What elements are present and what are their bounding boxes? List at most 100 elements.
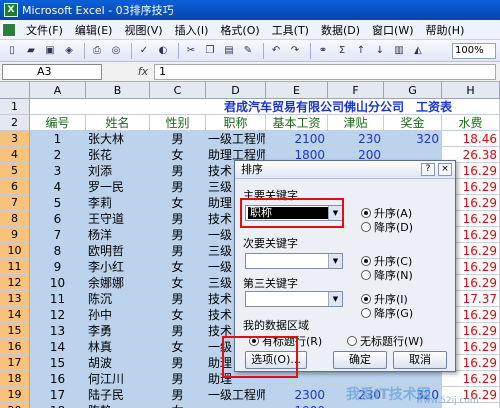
row-header[interactable]: 1 <box>0 99 30 115</box>
undo-icon[interactable]: ↶ <box>268 43 284 59</box>
table-cell[interactable]: 李莉 <box>86 195 150 211</box>
table-cell[interactable]: 余娜娜 <box>86 275 150 291</box>
table-cell[interactable]: 张花 <box>86 147 150 163</box>
table-cell[interactable]: 5 <box>30 195 86 211</box>
table-cell[interactable]: 王守道 <box>86 211 150 227</box>
row-header[interactable]: 13 <box>0 291 30 307</box>
table-cell[interactable]: 男 <box>150 387 206 403</box>
table-cell[interactable]: 17 <box>30 387 86 403</box>
table-cell[interactable]: 一级工程师 <box>206 387 266 403</box>
cancel-button[interactable]: 取消 <box>393 351 447 369</box>
row-header[interactable]: 19 <box>0 387 30 403</box>
table-cell[interactable]: 陈静 <box>86 403 150 408</box>
header-cell[interactable]: 性别 <box>150 115 206 131</box>
insert-function-icon[interactable]: fx <box>132 65 154 78</box>
permission-icon[interactable]: ◈ <box>61 43 77 59</box>
row-header[interactable]: 18 <box>0 371 30 387</box>
table-cell[interactable]: 罗一民 <box>86 179 150 195</box>
formula-input[interactable]: 1 <box>154 63 496 80</box>
table-cell[interactable]: 男 <box>150 211 206 227</box>
table-cell[interactable] <box>206 403 266 408</box>
table-cell[interactable]: 女 <box>150 403 206 408</box>
table-cell[interactable]: 女 <box>150 307 206 323</box>
preview-icon[interactable]: ◎ <box>108 43 124 59</box>
column-header-d[interactable]: D <box>206 82 266 99</box>
chevron-down-icon[interactable]: ▼ <box>328 254 342 268</box>
workbook-icon[interactable] <box>2 22 16 37</box>
header-cell[interactable]: 姓名 <box>86 115 150 131</box>
row-header[interactable]: 16 <box>0 339 30 355</box>
row-header[interactable]: 4 <box>0 147 30 163</box>
drawing-icon[interactable]: ◭ <box>410 43 426 59</box>
header-cell[interactable]: 编号 <box>30 115 86 131</box>
table-cell[interactable]: 男 <box>150 291 206 307</box>
menu-data[interactable]: 数据(D) <box>315 22 366 38</box>
table-cell[interactable]: 女 <box>150 339 206 355</box>
print-icon[interactable]: ⎙ <box>89 43 105 59</box>
table-cell[interactable]: 女 <box>150 147 206 163</box>
table-cell[interactable]: 13 <box>30 323 86 339</box>
chart-wizard-icon[interactable]: ▥ <box>391 43 407 59</box>
menu-help[interactable]: 帮助(H) <box>420 22 471 38</box>
redo-icon[interactable]: ↷ <box>287 43 303 59</box>
table-cell[interactable]: 18.46 <box>442 131 500 147</box>
table-cell[interactable]: 230 <box>328 131 384 147</box>
ok-button[interactable]: 确定 <box>333 351 387 369</box>
table-cell[interactable] <box>266 371 328 387</box>
secondary-desc-radio[interactable]: 降序(N) <box>361 267 413 283</box>
table-cell[interactable]: 男 <box>150 227 206 243</box>
table-cell[interactable]: 1 <box>30 131 86 147</box>
tertiary-desc-radio[interactable]: 降序(G) <box>361 305 413 321</box>
chevron-down-icon[interactable]: ▼ <box>328 206 342 220</box>
row-header[interactable]: 17 <box>0 355 30 371</box>
table-cell[interactable]: 8 <box>30 243 86 259</box>
table-cell[interactable]: 18 <box>30 403 86 408</box>
column-header-f[interactable]: F <box>328 82 384 99</box>
options-button[interactable]: 选项(O)... <box>245 351 307 369</box>
column-header-e[interactable]: E <box>266 82 328 99</box>
header-cell[interactable]: 津贴 <box>328 115 384 131</box>
header-cell[interactable]: 基本工资 <box>266 115 328 131</box>
row-header[interactable]: 12 <box>0 275 30 291</box>
has-header-radio[interactable]: 有标题行(R) <box>249 333 322 349</box>
select-all-corner[interactable] <box>0 82 30 99</box>
row-header[interactable]: 14 <box>0 307 30 323</box>
row-header[interactable]: 5 <box>0 163 30 179</box>
row-header[interactable]: 9 <box>0 227 30 243</box>
header-cell[interactable]: 奖金 <box>384 115 442 131</box>
menu-window[interactable]: 窗口(W) <box>366 22 419 38</box>
table-cell[interactable]: 男 <box>150 323 206 339</box>
save-icon[interactable]: ▣ <box>42 43 58 59</box>
table-cell[interactable]: 张大林 <box>86 131 150 147</box>
column-header-c[interactable]: C <box>150 82 206 99</box>
table-cell[interactable]: 男 <box>150 371 206 387</box>
paste-icon[interactable]: ▤ <box>221 43 237 59</box>
table-cell[interactable]: 女 <box>150 275 206 291</box>
column-header-b[interactable]: B <box>86 82 150 99</box>
table-cell[interactable]: 11 <box>30 291 86 307</box>
research-icon[interactable]: ◐ <box>155 43 171 59</box>
table-cell[interactable]: 孙中 <box>86 307 150 323</box>
no-header-radio[interactable]: 无标题行(W) <box>347 333 423 349</box>
table-cell[interactable]: 女 <box>150 195 206 211</box>
table-cell[interactable]: 12 <box>30 307 86 323</box>
row-header[interactable]: 6 <box>0 179 30 195</box>
table-cell[interactable]: 4 <box>30 179 86 195</box>
row-header[interactable]: 7 <box>0 195 30 211</box>
table-cell[interactable]: 李小红 <box>86 259 150 275</box>
copy-icon[interactable]: ❐ <box>202 43 218 59</box>
table-cell[interactable]: 7 <box>30 227 86 243</box>
table-cell[interactable]: 胡波 <box>86 355 150 371</box>
table-cell[interactable]: 3 <box>30 163 86 179</box>
row-header[interactable]: 2 <box>0 115 30 131</box>
row-header[interactable]: 11 <box>0 259 30 275</box>
primary-key-select[interactable]: 职称 ▼ <box>245 205 343 221</box>
menu-view[interactable]: 视图(V) <box>118 22 168 38</box>
format-painter-icon[interactable]: ✎ <box>240 43 256 59</box>
cut-icon[interactable]: ✂ <box>183 43 199 59</box>
menu-tools[interactable]: 工具(T) <box>266 22 315 38</box>
name-box[interactable]: A3 <box>2 63 102 80</box>
table-cell[interactable]: 陆子民 <box>86 387 150 403</box>
row-header[interactable]: 8 <box>0 211 30 227</box>
table-cell[interactable]: 李勇 <box>86 323 150 339</box>
